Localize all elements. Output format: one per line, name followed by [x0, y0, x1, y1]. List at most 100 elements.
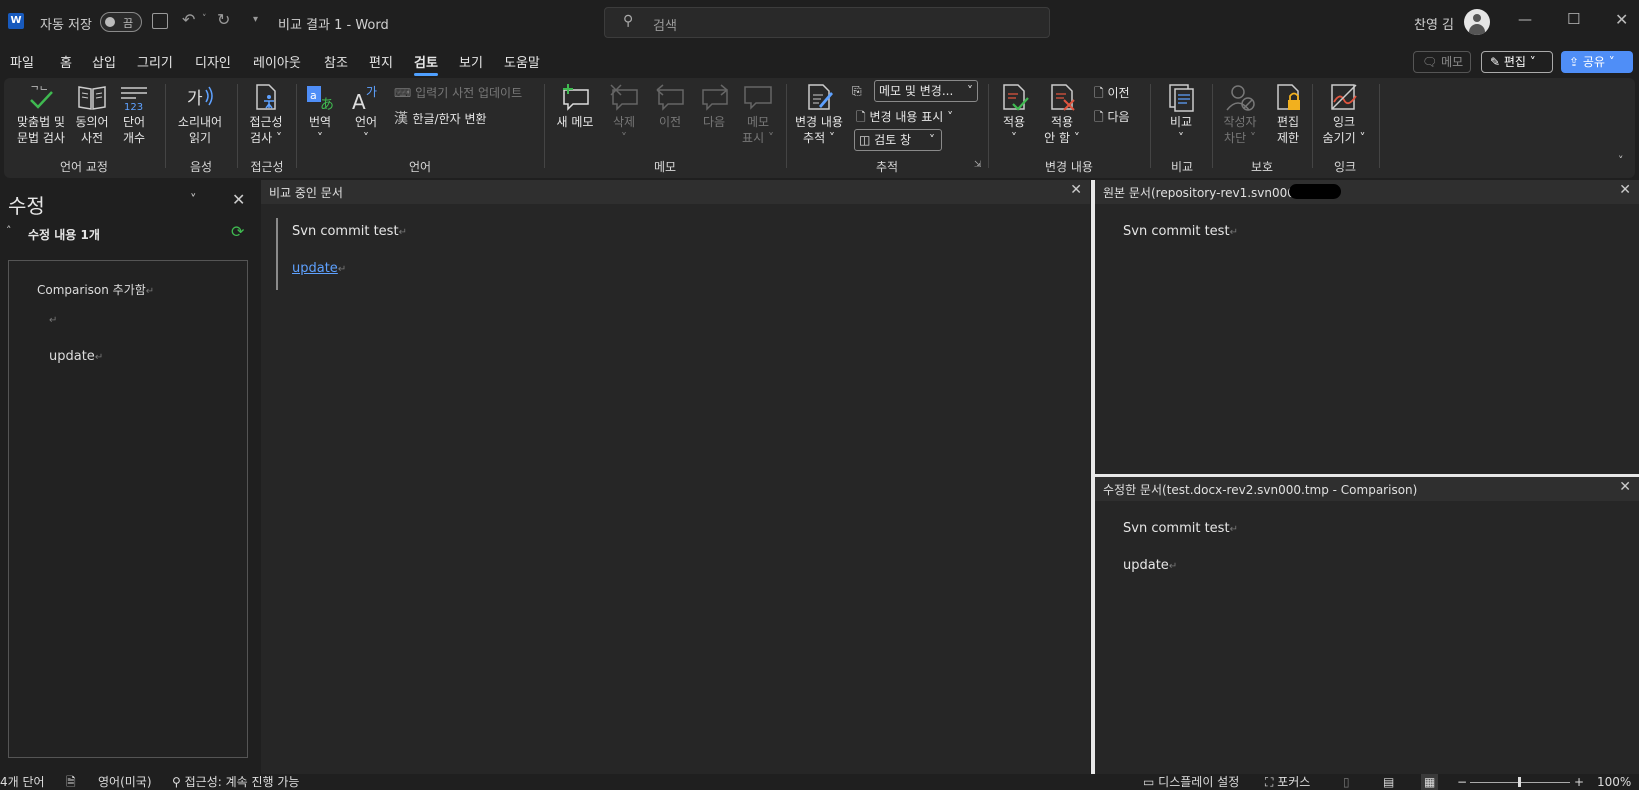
close-icon[interactable]: ✕	[1619, 182, 1631, 198]
translate-button[interactable]: aあ 번역 ˅	[300, 82, 340, 146]
share-button[interactable]: ⇪ 공유 ˅	[1561, 51, 1633, 73]
reject-change-button[interactable]: 적용 안 함 ˅	[1036, 82, 1088, 146]
track-changes-button[interactable]: 변경 내용 추적 ˅	[790, 82, 848, 146]
compare-button[interactable]: 비교 ˅	[1154, 82, 1208, 146]
previous-comment-label: 이전	[658, 115, 682, 129]
group-separator	[988, 84, 989, 168]
search-input[interactable]: ⚲ 검색	[604, 7, 1050, 38]
web-layout-icon[interactable]: ▦	[1421, 774, 1439, 790]
compared-document-pane[interactable]: 비교 중인 문서 ✕ Svn commit test↵ update↵	[261, 180, 1090, 774]
document-line[interactable]: update↵	[1123, 558, 1177, 573]
reviewing-pane-button[interactable]: ◫ 검토 창 ˅	[854, 129, 942, 151]
previous-change-button[interactable]: 🗋 이전	[1094, 84, 1130, 105]
revised-document-pane[interactable]: 수정한 문서(test.docx-rev2.svn000.tmp - Compa…	[1095, 477, 1639, 774]
chevron-up-icon[interactable]: ˄	[6, 224, 12, 237]
focus-button[interactable]: ⛶ 포커스	[1265, 774, 1310, 790]
avatar[interactable]	[1464, 9, 1490, 35]
protect-group-label: 보호	[1250, 160, 1274, 174]
ime-dictionary-update-button[interactable]: ⌨ 입력기 사전 업데이트	[394, 84, 522, 101]
thesaurus-button[interactable]: 동의어 사전	[72, 82, 112, 146]
next-change-button[interactable]: 🗋 다음	[1094, 108, 1130, 129]
minimize-icon[interactable]: —	[1518, 12, 1532, 28]
display-icon: ▭	[1143, 775, 1159, 789]
show-markup-button[interactable]: 🗋 변경 내용 표시 ˅	[856, 108, 953, 129]
previous-comment-button[interactable]: 이전	[650, 82, 690, 130]
tab-view[interactable]: 보기	[459, 52, 483, 71]
close-icon[interactable]: ✕	[1070, 182, 1082, 198]
comments-button[interactable]: 🗨 메모	[1413, 51, 1471, 73]
print-layout-icon[interactable]: ▤	[1383, 774, 1394, 790]
new-comment-button[interactable]: 새 메모	[552, 82, 598, 130]
markup-select-label: 메모 및 변경...	[879, 84, 954, 98]
paragraph-mark: ↵	[337, 264, 347, 275]
show-comments-button[interactable]: 메모 표시 ˅	[736, 82, 780, 146]
group-separator	[544, 84, 545, 168]
refresh-icon[interactable]: ⟳	[231, 222, 244, 241]
tab-mailings[interactable]: 편지	[369, 52, 393, 71]
accept-change-button[interactable]: 적용 ˅	[994, 82, 1034, 146]
tab-help[interactable]: 도움말	[504, 52, 540, 71]
user-name[interactable]: 찬영 김	[1414, 14, 1454, 33]
close-icon[interactable]: ✕	[1619, 479, 1631, 495]
language-status[interactable]: 영어(미국)	[98, 774, 152, 790]
read-mode-icon[interactable]: ▯	[1343, 774, 1350, 790]
word-count-status[interactable]: 4개 단어	[0, 774, 45, 790]
share-label: 공유	[1582, 55, 1605, 69]
document-line[interactable]: Svn commit test↵	[1123, 521, 1238, 536]
proofing-status-icon[interactable]: 🗎	[66, 774, 76, 790]
language-button[interactable]: A가 언어 ˅	[348, 82, 384, 146]
original-document-pane[interactable]: 원본 문서(repository-rev1.svn000 - ✕ Svn com…	[1095, 180, 1639, 474]
close-icon[interactable]: ✕	[232, 190, 245, 209]
next-comment-button[interactable]: 다음	[694, 82, 734, 130]
word-count-button[interactable]: 123 단어 개수	[114, 82, 154, 146]
tab-file[interactable]: 파일	[10, 52, 34, 71]
revision-card[interactable]: Comparison 추가함↵ ↵ update↵	[8, 260, 248, 758]
tracking-options-launcher-icon[interactable]: ⇲	[974, 160, 982, 170]
undo-dropdown-icon[interactable]: ˅	[202, 14, 207, 24]
zoom-level[interactable]: 100%	[1597, 774, 1631, 790]
redo-icon[interactable]: ↻	[217, 10, 230, 29]
block-authors-button[interactable]: 작성자 차단 ˅	[1216, 82, 1264, 146]
accessibility-status[interactable]: ⚲ 접근성: 계속 진행 가능	[172, 774, 299, 790]
delete-comment-button[interactable]: 삭제 ˅	[604, 82, 644, 146]
undo-icon[interactable]: ↶	[182, 10, 195, 29]
restrict-editing-button[interactable]: 편집 제한	[1266, 82, 1310, 146]
search-icon: ⚲	[623, 13, 634, 29]
hide-ink-button[interactable]: 잉크 숨기기 ˅	[1316, 82, 1372, 146]
zoom-in-button[interactable]: +	[1574, 774, 1584, 790]
autosave-toggle[interactable]: 끔	[100, 12, 142, 32]
zoom-slider-thumb[interactable]	[1518, 777, 1521, 787]
markup-select[interactable]: 메모 및 변경... ˅	[874, 80, 978, 102]
document-text: Svn commit test	[292, 224, 399, 239]
spelling-grammar-label: 맞춤법 및 문법 검사	[17, 115, 65, 145]
hangul-hanja-convert-button[interactable]: 漢 한글/한자 변환	[394, 108, 487, 128]
save-icon[interactable]	[152, 13, 168, 29]
group-separator	[165, 84, 166, 168]
document-line[interactable]: update↵	[292, 261, 346, 276]
document-line[interactable]: Svn commit test↵	[1123, 224, 1238, 239]
accessibility-check-button[interactable]: 접근성 검사 ˅	[240, 82, 292, 146]
tab-draw[interactable]: 그리기	[137, 52, 173, 71]
read-aloud-button[interactable]: 가 소리내어 읽기	[170, 82, 230, 146]
tab-review[interactable]: 검토	[414, 52, 438, 76]
tab-layout[interactable]: 레이아웃	[253, 52, 301, 71]
spelling-grammar-button[interactable]: ᄀᄂ 맞춤법 및 문법 검사	[12, 82, 70, 146]
chevron-down-icon[interactable]: ˅	[190, 193, 197, 208]
customize-qat-icon[interactable]: ▾	[253, 14, 258, 25]
close-icon[interactable]: ✕	[1615, 10, 1628, 29]
tab-design[interactable]: 디자인	[195, 52, 231, 71]
tab-home[interactable]: 홈	[60, 52, 72, 71]
display-settings-button[interactable]: ▭ 디스플레이 설정	[1143, 774, 1239, 790]
track-changes-label: 변경 내용 추적 ˅	[795, 115, 843, 145]
language-label: 언어 ˅	[354, 115, 378, 145]
document-title: 비교 결과 1 - Word	[278, 18, 389, 33]
document-line[interactable]: Svn commit test↵	[292, 224, 407, 239]
word-icon: W	[8, 13, 24, 29]
new-comment-icon	[559, 82, 591, 112]
editing-mode-button[interactable]: ✎ 편집 ˅	[1481, 51, 1553, 73]
zoom-out-button[interactable]: −	[1457, 774, 1467, 790]
collapse-ribbon-icon[interactable]: ˅	[1618, 154, 1624, 167]
tab-references[interactable]: 참조	[324, 52, 348, 71]
maximize-icon[interactable]: ☐	[1567, 10, 1580, 28]
tab-insert[interactable]: 삽입	[92, 52, 116, 71]
